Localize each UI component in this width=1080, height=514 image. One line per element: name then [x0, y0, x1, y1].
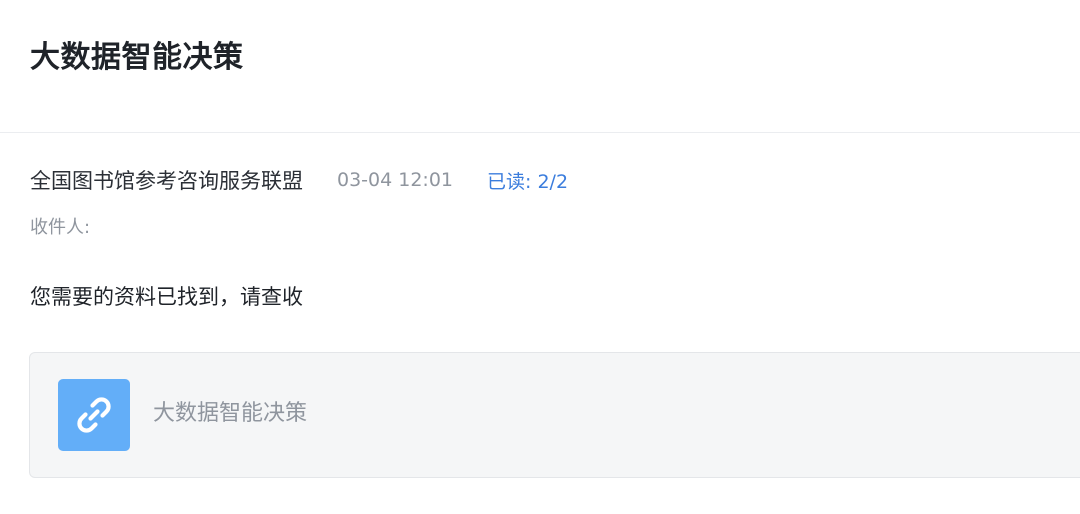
page-title: 大数据智能决策 — [30, 40, 244, 75]
message-body: 您需要的资料已找到，请查收 — [30, 285, 303, 309]
message-meta: 全国图书馆参考咨询服务联盟 03-04 12:01 已读: 2/2 — [30, 162, 568, 198]
recipient-label: 收件人: — [30, 217, 91, 238]
message-detail-page: 大数据智能决策 全国图书馆参考咨询服务联盟 03-04 12:01 已读: 2/… — [0, 0, 1080, 514]
attachment-title: 大数据智能决策 — [153, 401, 308, 426]
link-icon — [58, 379, 130, 451]
read-status-link[interactable]: 已读: 2/2 — [487, 167, 568, 194]
sender-name: 全国图书馆参考咨询服务联盟 — [30, 169, 303, 193]
link-attachment-card[interactable]: 大数据智能决策 — [29, 352, 1080, 478]
message-timestamp: 03-04 12:01 — [337, 169, 454, 191]
page-header: 大数据智能决策 — [0, 0, 1080, 133]
